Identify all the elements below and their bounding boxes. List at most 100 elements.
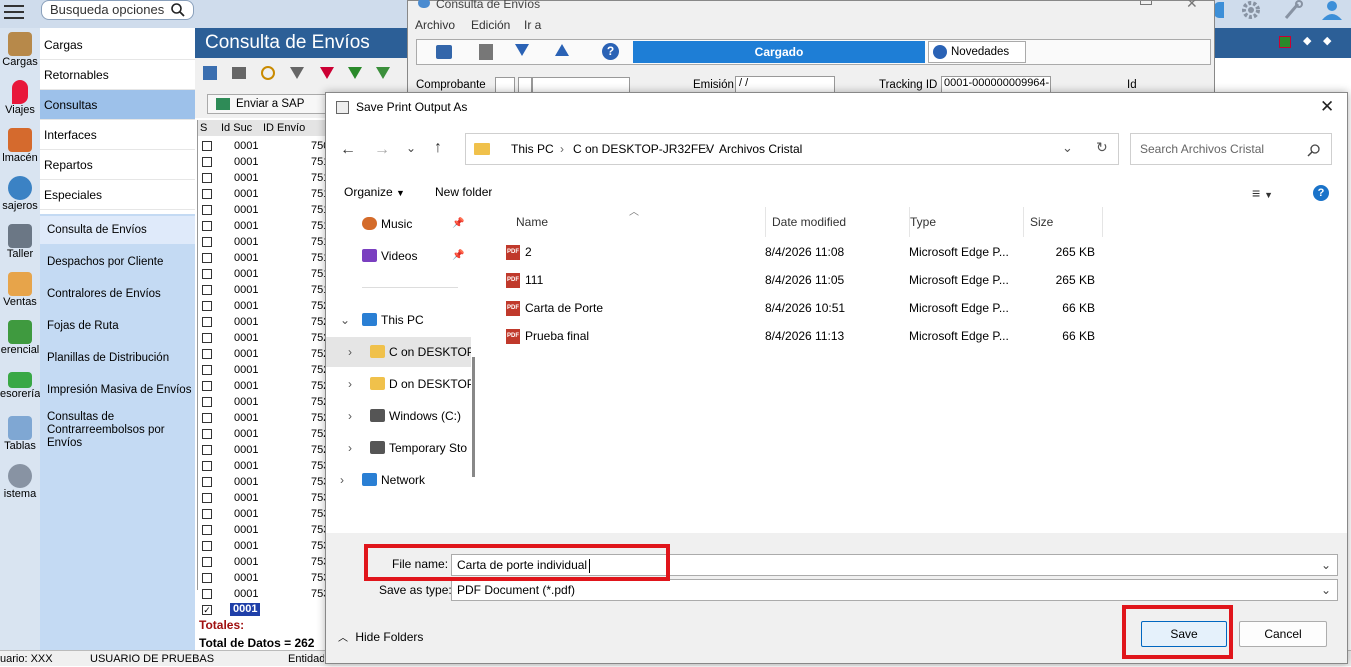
row-checkbox[interactable]	[202, 157, 212, 167]
expand-chevron-icon[interactable]: ›	[348, 433, 352, 463]
row-checkbox[interactable]	[202, 285, 212, 295]
nav-mensajeros[interactable]: sajeros	[0, 172, 40, 220]
row-checkbox[interactable]	[202, 493, 212, 503]
nav-item[interactable]: › Temporary Sto	[326, 433, 471, 463]
table-row-selected[interactable]: ✓ 0001	[198, 602, 328, 618]
nav-gerencial[interactable]: erencial	[0, 316, 40, 364]
col-header-type[interactable]: Type	[909, 207, 1023, 237]
filter-apply-icon[interactable]	[376, 67, 390, 79]
save-type-select[interactable]: PDF Document (*.pdf) ⌄	[451, 579, 1338, 601]
close-icon[interactable]: ✕	[1186, 0, 1198, 12]
expand-chevron-icon[interactable]: ⌄	[340, 305, 350, 335]
table-row[interactable]: 0001 752	[198, 378, 328, 394]
row-checkbox[interactable]	[202, 349, 212, 359]
user-icon[interactable]	[1214, 2, 1224, 18]
edit-icon[interactable]	[203, 66, 217, 80]
row-checkbox[interactable]	[202, 557, 212, 567]
nav-item[interactable]: Music 📌	[326, 209, 471, 239]
expand-chevron-icon[interactable]: ›	[348, 337, 352, 367]
expand-chevron-icon[interactable]: ›	[348, 401, 352, 431]
breadcrumb-archivos-cristal[interactable]: Archivos Cristal	[719, 142, 802, 156]
row-checkbox[interactable]	[202, 189, 212, 199]
help-icon[interactable]: ?	[1313, 185, 1329, 201]
table-row[interactable]: 0001 752	[198, 314, 328, 330]
table-row[interactable]: 0001 753	[198, 474, 328, 490]
row-checkbox[interactable]	[202, 461, 212, 471]
table-row[interactable]: 0001 753	[198, 570, 328, 586]
breadcrumb-c-drive[interactable]: C on DESKTOP-JR32FEV	[573, 142, 714, 156]
menu-archivo[interactable]: Archivo	[415, 18, 455, 32]
pin-icon[interactable]: 📌	[452, 241, 464, 271]
nav-viajes[interactable]: Viajes	[0, 76, 40, 124]
submenu-contralores-envios[interactable]: Contralores de Envíos	[40, 288, 195, 301]
table-row[interactable]: 0001 752	[198, 394, 328, 410]
breadcrumb-this-pc[interactable]: This PC	[511, 142, 554, 156]
refresh-icon[interactable]: ↻	[1096, 139, 1108, 156]
table-row[interactable]: 0001 752	[198, 298, 328, 314]
row-checkbox[interactable]	[202, 221, 212, 231]
table-row[interactable]: 0001 752	[198, 426, 328, 442]
arrow-down-icon[interactable]	[515, 44, 529, 56]
row-checkbox[interactable]	[202, 141, 212, 151]
table-row[interactable]: 0001 752	[198, 442, 328, 458]
nav-scrollbar[interactable]	[472, 357, 475, 477]
table-row[interactable]: 0001 753	[198, 522, 328, 538]
new-folder-button[interactable]: New folder	[435, 185, 492, 199]
nav-tablas[interactable]: Tablas	[0, 412, 40, 460]
table-row[interactable]: 0001 753	[198, 490, 328, 506]
col-header-date[interactable]: Date modified	[765, 207, 909, 237]
row-checkbox[interactable]	[202, 317, 212, 327]
print-icon[interactable]	[232, 67, 246, 79]
row-checkbox[interactable]	[202, 237, 212, 247]
table-row[interactable]: 0001 752	[198, 346, 328, 362]
submenu-consulta-envios[interactable]: Consulta de Envíos	[40, 216, 195, 244]
row-checkbox[interactable]	[202, 525, 212, 535]
table-row[interactable]: 0001 753	[198, 586, 328, 602]
row-checkbox[interactable]	[202, 301, 212, 311]
row-checkbox[interactable]	[202, 445, 212, 455]
print-icon[interactable]	[436, 45, 452, 59]
send-sap-button[interactable]: Enviar a SAP	[207, 94, 327, 114]
row-checkbox[interactable]	[202, 573, 212, 583]
table-row[interactable]: 0001 751	[198, 250, 328, 266]
table-row[interactable]: 0001 752	[198, 362, 328, 378]
options-search-input[interactable]: Busqueda opciones	[41, 0, 194, 20]
pin-icon[interactable]: 📌	[452, 209, 464, 239]
table-row[interactable]: 0001 751	[198, 282, 328, 298]
minimize-icon[interactable]	[1140, 1, 1152, 5]
row-checkbox[interactable]	[202, 509, 212, 519]
chevron-up-icon[interactable]: ◆	[1323, 34, 1331, 47]
back-arrow-icon[interactable]: ←	[340, 141, 356, 159]
nav-taller[interactable]: Taller	[0, 220, 40, 268]
nav-item[interactable]: › C on DESKTOP	[326, 337, 471, 367]
table-row[interactable]: 0001 751	[198, 234, 328, 250]
profile-icon[interactable]	[1320, 0, 1344, 20]
novedades-dropdown[interactable]: Novedades	[928, 41, 1026, 63]
nav-item[interactable]: › Network	[326, 465, 471, 495]
menu-ir-a[interactable]: Ir a	[524, 18, 541, 32]
table-row[interactable]: 0001 751	[198, 202, 328, 218]
table-row[interactable]: 0001 752	[198, 410, 328, 426]
submenu-despachos-cliente[interactable]: Despachos por Cliente	[40, 256, 195, 269]
table-row[interactable]: 0001 753	[198, 554, 328, 570]
file-row[interactable]: PDF 2 8/4/2026 11:08 Microsoft Edge P... 265…	[486, 238, 1346, 266]
address-bar[interactable]: This PC › C on DESKTOP-JR32FEV › Archivo…	[465, 133, 1119, 165]
nav-item[interactable]: › Windows (C:)	[326, 401, 471, 431]
folder-search-input[interactable]: Search Archivos Cristal	[1130, 133, 1332, 165]
nav-item[interactable]: ⌄ This PC	[326, 305, 471, 335]
nav-item[interactable]: Videos 📌	[326, 241, 471, 271]
file-row[interactable]: PDF 111 8/4/2026 11:05 Microsoft Edge P... 2…	[486, 266, 1346, 294]
nav-tesoreria[interactable]: esorería	[0, 364, 40, 412]
search-icon[interactable]	[261, 66, 275, 80]
submenu-contrarreembolsos[interactable]: Consultas de Contrarreembolsos por Envío…	[40, 411, 190, 450]
filter-remove-icon[interactable]	[320, 67, 334, 79]
row-checkbox[interactable]	[202, 365, 212, 375]
row-checkbox[interactable]	[202, 413, 212, 423]
nav-ventas[interactable]: Ventas	[0, 268, 40, 316]
menu-edicion[interactable]: Edición	[471, 18, 510, 32]
row-checkbox[interactable]	[202, 381, 212, 391]
up-arrow-icon[interactable]: ↑	[434, 139, 442, 157]
row-checkbox[interactable]	[202, 541, 212, 551]
col-header-idenvio[interactable]: ID Envío	[260, 120, 328, 136]
menu-item-consultas[interactable]: Consultas	[40, 90, 195, 120]
